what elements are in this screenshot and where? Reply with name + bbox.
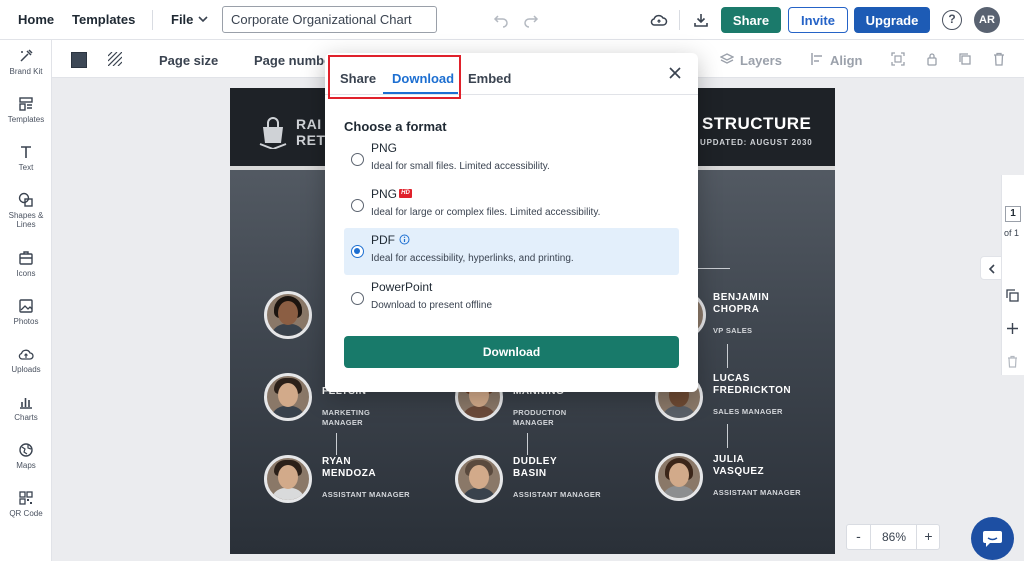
info-icon[interactable] <box>399 234 410 245</box>
tab-embed[interactable]: Embed <box>468 71 511 86</box>
radio-powerpoint[interactable] <box>351 292 364 305</box>
download-dialog: Share Download Embed Choose a format PNG… <box>325 53 698 392</box>
radio-png[interactable] <box>351 153 364 166</box>
radio-pdf[interactable] <box>351 245 364 258</box>
format-option-powerpoint[interactable]: PowerPoint Download to present offline <box>344 275 679 322</box>
radio-png-hd[interactable] <box>351 199 364 212</box>
hd-badge: HD <box>399 189 412 198</box>
download-button[interactable]: Download <box>344 336 679 368</box>
format-option-png[interactable]: PNG Ideal for small files. Limited acces… <box>344 136 679 183</box>
close-icon[interactable] <box>667 65 683 81</box>
format-option-png-hd[interactable]: PNG HD Ideal for large or complex files.… <box>344 182 679 229</box>
format-heading: Choose a format <box>344 119 447 134</box>
format-option-pdf[interactable]: PDF Ideal for accessibility, hyperlinks,… <box>344 228 679 275</box>
highlight-annotation <box>328 55 461 99</box>
